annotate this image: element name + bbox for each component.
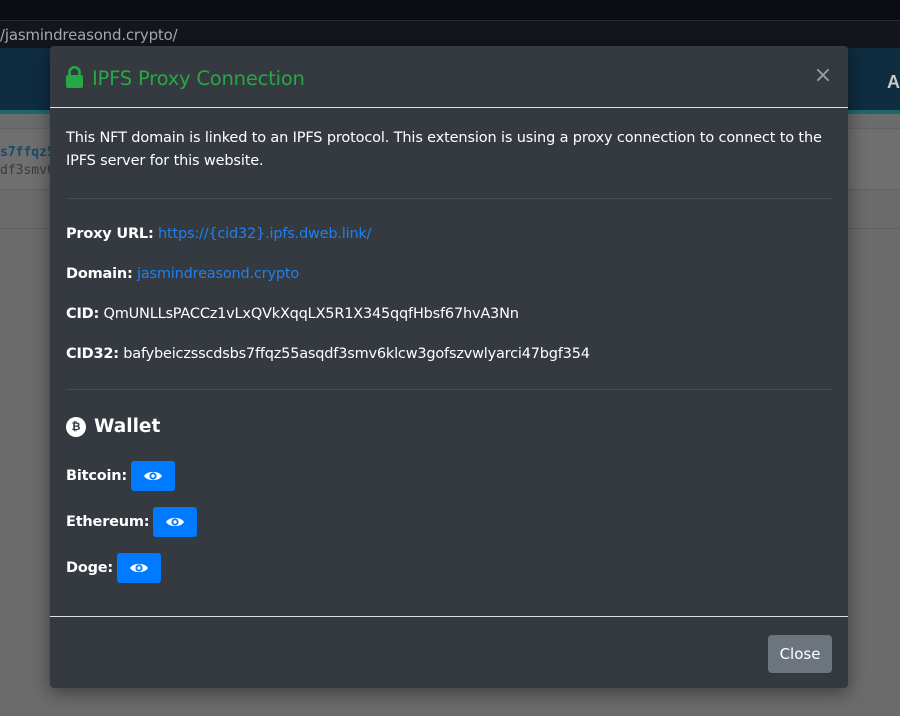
- show-doge-button[interactable]: [117, 553, 162, 583]
- navbar-item: A: [887, 72, 900, 92]
- bitcoin-icon: ₿: [66, 416, 86, 437]
- proxy-url-row: Proxy URL: https://{cid32}.ipfs.dweb.lin…: [66, 226, 372, 242]
- doge-label: Doge:: [66, 560, 114, 576]
- cid-row: CID: QmUNLLsPACCz1vLxQVkXqqLX5R1X345qqfH…: [66, 306, 519, 322]
- intro-text: This NFT domain is linked to an IPFS pro…: [66, 130, 822, 169]
- eye-icon: [166, 517, 185, 527]
- lock-icon: [66, 66, 83, 88]
- domain-row: Domain: jasmindreasond.crypto: [66, 266, 299, 282]
- address-bar[interactable]: /jasmindreasond.crypto/: [0, 20, 900, 48]
- domain-label: Domain:: [66, 266, 133, 282]
- proxy-url-label: Proxy URL:: [66, 226, 154, 242]
- ethereum-row: Ethereum:: [66, 507, 198, 537]
- divider: [66, 198, 832, 199]
- modal-body: This NFT domain is linked to an IPFS pro…: [50, 108, 848, 616]
- page-hash-line: df3smv6: [0, 163, 55, 178]
- domain-link[interactable]: jasmindreasond.crypto: [137, 266, 299, 282]
- close-button[interactable]: Close: [768, 635, 832, 673]
- eye-icon: [130, 563, 149, 573]
- bitcoin-row: Bitcoin:: [66, 461, 176, 491]
- eye-icon: [144, 471, 163, 481]
- wallet-title: Wallet: [94, 416, 161, 437]
- browser-tab-strip: [0, 0, 900, 20]
- doge-row: Doge:: [66, 553, 162, 583]
- cid32-value: bafybeiczsscdsbs7ffqz55asqdf3smv6klcw3go…: [123, 346, 590, 362]
- ipfs-proxy-modal: IPFS Proxy Connection × This NFT domain …: [50, 46, 848, 688]
- show-ethereum-button[interactable]: [153, 507, 198, 537]
- proxy-url-link[interactable]: https://{cid32}.ipfs.dweb.link/: [158, 226, 372, 242]
- modal-header: IPFS Proxy Connection ×: [50, 46, 848, 108]
- address-text: /jasmindreasond.crypto/: [0, 26, 178, 44]
- wallet-heading: ₿ Wallet: [66, 416, 160, 437]
- divider: [66, 389, 832, 390]
- ethereum-label: Ethereum:: [66, 514, 150, 530]
- cid32-row: CID32: bafybeiczsscdsbs7ffqz55asqdf3smv6…: [66, 346, 590, 362]
- cid-label: CID:: [66, 306, 100, 322]
- bitcoin-label: Bitcoin:: [66, 468, 128, 484]
- modal-title: IPFS Proxy Connection: [92, 67, 305, 90]
- modal-footer: Close: [50, 616, 848, 688]
- cid32-label: CID32:: [66, 346, 119, 362]
- show-bitcoin-button[interactable]: [131, 461, 176, 491]
- close-icon[interactable]: ×: [812, 65, 834, 88]
- cid-value: QmUNLLsPACCz1vLxQVkXqqLX5R1X345qqfHbsf67…: [103, 306, 519, 322]
